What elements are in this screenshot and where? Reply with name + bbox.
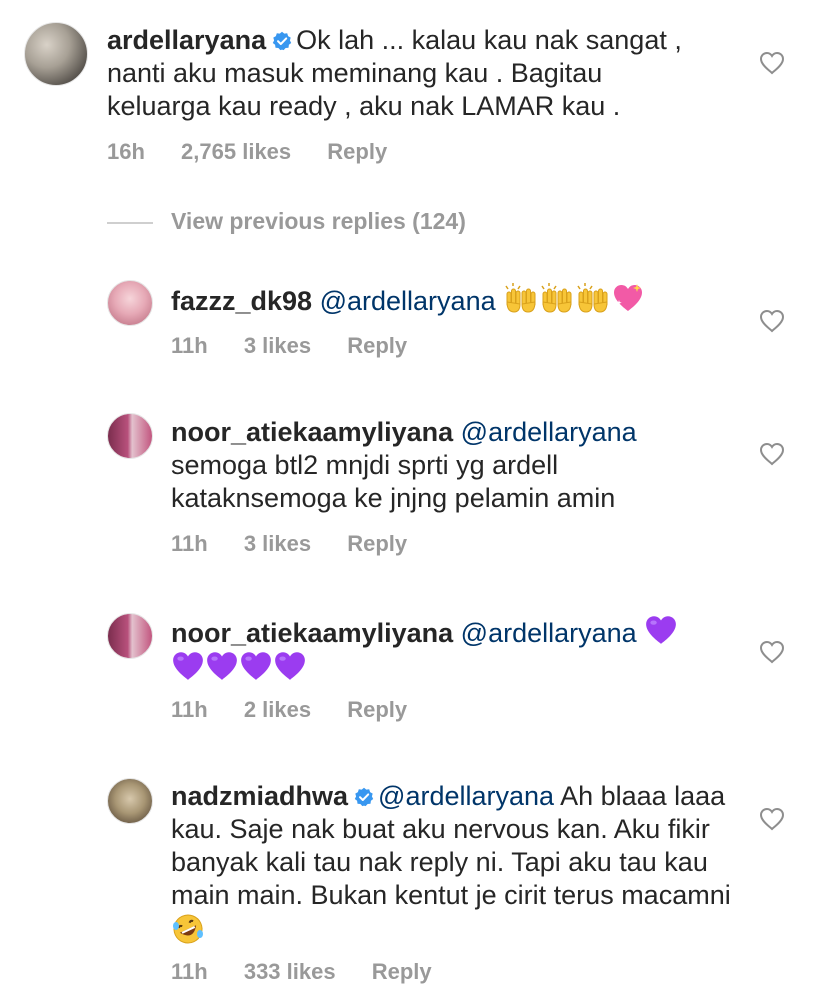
comment-meta: 16h 2,765 likes Reply [107,139,417,165]
heart-icon[interactable] [759,807,785,831]
verified-badge-icon [272,31,292,51]
reply-button[interactable]: Reply [327,139,387,164]
purple-heart-icon [644,614,678,646]
timestamp: 11h [171,531,208,556]
mention-link[interactable]: @ardellaryana [320,286,496,316]
main-comment: ardellaryana Ok lah ... kalau kau nak san… [0,0,828,180]
view-previous-replies-button[interactable]: View previous replies (124) [171,208,466,235]
heart-icon[interactable] [759,309,785,333]
likes-count[interactable]: 333 likes [244,959,336,984]
likes-count[interactable]: 3 likes [244,531,311,556]
reply-button[interactable]: Reply [347,697,407,722]
raising-hands-icon [503,282,539,314]
heart-icon[interactable] [759,442,785,466]
comment-body: semoga btl2 mnjdi sprti yg ardell katakn… [171,450,616,513]
username[interactable]: noor_atiekaamyliyana [171,618,453,648]
comment-meta: 11h 3 likes Reply [171,531,437,557]
comment-text: ardellaryana Ok lah ... kalau kau nak san… [107,24,697,123]
mention-link[interactable]: @ardellaryana [461,417,637,447]
verified-badge-icon [354,787,374,807]
mention-link[interactable]: @ardellaryana [461,618,637,648]
avatar[interactable] [107,413,153,459]
comment-meta: 11h 2 likes Reply [171,697,437,723]
purple-heart-icon [273,650,307,682]
reply-button[interactable]: Reply [372,959,432,984]
comment-meta: 11h 333 likes Reply [171,959,462,985]
timestamp: 11h [171,697,208,722]
reply-button[interactable]: Reply [347,531,407,556]
timestamp: 11h [171,333,208,358]
avatar[interactable] [107,280,153,326]
raising-hands-icon [539,282,575,314]
sparkling-heart-icon [611,282,645,314]
purple-heart-icon [239,650,273,682]
raising-hands-icon [575,282,611,314]
username[interactable]: ardellaryana [107,25,266,55]
comment-text: fazzz_dk98 @ardellaryana [171,282,731,318]
comment-text: noor_atiekaamyliyana @ardellaryana [171,614,731,686]
comment-text: noor_atiekaamyliyana @ardellaryana semog… [171,416,731,515]
rofl-face-icon [171,912,205,946]
purple-heart-icon [205,650,239,682]
username[interactable]: fazzz_dk98 [171,286,312,316]
timestamp: 16h [107,139,145,164]
avatar[interactable] [24,22,88,86]
likes-count[interactable]: 2 likes [244,697,311,722]
username[interactable]: noor_atiekaamyliyana [171,417,453,447]
avatar[interactable] [107,613,153,659]
avatar[interactable] [107,778,153,824]
mention-link[interactable]: @ardellaryana [378,781,554,811]
purple-heart-icon [171,650,205,682]
divider [107,222,153,224]
likes-count[interactable]: 2,765 likes [181,139,291,164]
likes-count[interactable]: 3 likes [244,333,311,358]
comment-meta: 11h 3 likes Reply [171,333,437,359]
timestamp: 11h [171,959,208,984]
comment-text: nadzmiadhwa @ardellaryana Ah blaaa laaa k… [171,780,731,950]
heart-icon[interactable] [759,640,785,664]
heart-icon[interactable] [759,51,785,75]
reply-button[interactable]: Reply [347,333,407,358]
username[interactable]: nadzmiadhwa [171,781,348,811]
